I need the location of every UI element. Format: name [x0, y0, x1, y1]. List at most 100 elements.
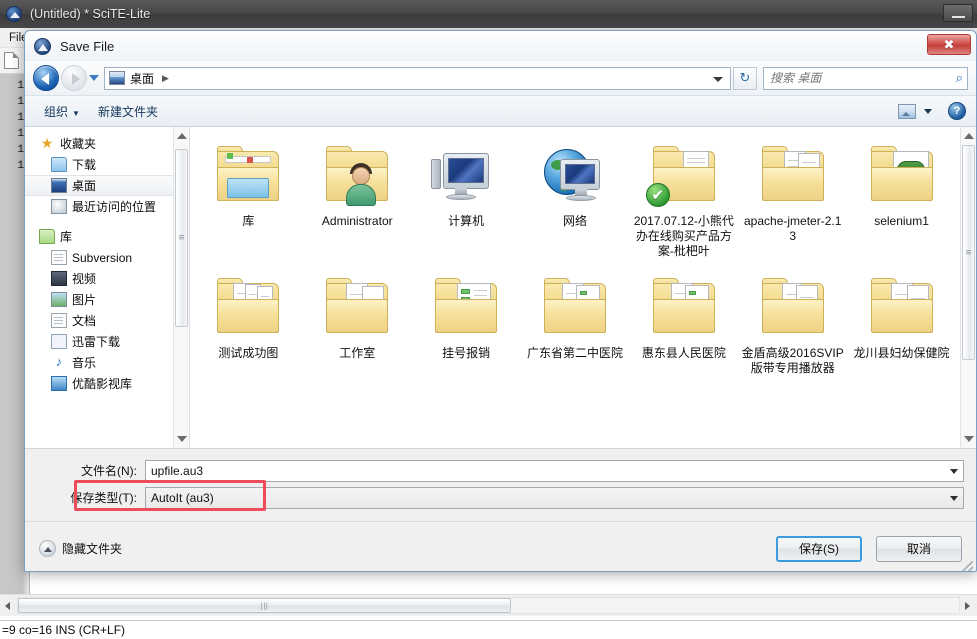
forward-button[interactable] — [61, 65, 87, 91]
scroll-down-icon[interactable] — [964, 434, 974, 444]
scroll-up-icon[interactable] — [964, 131, 974, 141]
file-item[interactable]: 金盾高级2016SVIP版带专用播放器 — [738, 269, 847, 386]
file-item[interactable]: 库 — [194, 137, 303, 269]
search-input[interactable] — [768, 70, 956, 86]
video-library-icon — [51, 271, 67, 286]
hscroll-thumb[interactable] — [18, 598, 511, 613]
address-bar[interactable]: 桌面 ▶ — [104, 66, 731, 90]
file-item[interactable]: 挂号报销 — [412, 269, 521, 386]
scroll-right-icon[interactable] — [960, 597, 977, 614]
cancel-button[interactable]: 取消 — [876, 535, 962, 562]
sidebar-item-music[interactable]: ♪ 音乐 — [25, 352, 173, 373]
star-icon: ★ — [40, 135, 54, 151]
recent-locations-chevron-icon[interactable] — [87, 65, 101, 91]
scite-window-title: (Untitled) * SciTE-Lite — [30, 7, 151, 21]
address-dropdown-icon[interactable] — [710, 68, 726, 89]
hscroll-track[interactable] — [17, 597, 960, 614]
resize-grip[interactable] — [961, 561, 973, 571]
documents-library-icon — [51, 313, 67, 328]
file-list-scrollbar[interactable] — [960, 127, 976, 448]
folder-docs-icon — [211, 275, 285, 341]
file-label: Administrator — [321, 214, 393, 228]
close-button[interactable]: ✖ — [927, 34, 971, 55]
editor-horizontal-scrollbar[interactable] — [0, 594, 977, 616]
network-icon — [538, 143, 612, 209]
filetype-select[interactable]: AutoIt (au3) — [145, 486, 964, 509]
filename-row: 文件名(N): upfile.au3 — [25, 457, 976, 484]
file-item[interactable]: Administrator — [303, 137, 412, 269]
folder-docs-icon — [756, 275, 830, 341]
sidebar-item-label: 下载 — [72, 158, 97, 172]
folder-sheet-icon — [647, 275, 721, 341]
file-item[interactable]: 测试成功图 — [194, 269, 303, 386]
new-folder-button[interactable]: 新建文件夹 — [89, 100, 167, 123]
thunder-download-icon — [51, 334, 67, 349]
dialog-app-icon — [34, 37, 51, 55]
change-view-icon[interactable] — [898, 103, 916, 119]
sidebar-item-recent-places[interactable]: 最近访问的位置 — [25, 196, 173, 217]
folder-docs-icon — [756, 143, 830, 209]
sidebar-item-youku-library[interactable]: 优酷影视库 — [25, 373, 173, 394]
file-label: 库 — [242, 214, 255, 228]
scroll-up-icon[interactable] — [177, 131, 187, 141]
minimize-button[interactable] — [943, 4, 973, 22]
filename-label: 文件名(N): — [81, 464, 137, 478]
desktop-icon — [51, 178, 67, 193]
sidebar-item-thunder-download[interactable]: 迅雷下载 — [25, 331, 173, 352]
scroll-left-icon[interactable] — [0, 597, 17, 614]
library-icon — [39, 229, 55, 244]
sidebar-item-label: 优酷影视库 — [72, 377, 133, 391]
file-item[interactable]: 广东省第二中医院 — [521, 269, 630, 386]
sidebar-item-subversion[interactable]: Subversion — [25, 247, 173, 268]
file-item[interactable]: ✔ 2017.07.12-小熊代办在线购买产品方案-枇杷叶 — [629, 137, 738, 269]
help-icon[interactable]: ? — [948, 102, 966, 120]
file-item[interactable]: 工作室 — [303, 269, 412, 386]
navigation-pane-scrollbar[interactable] — [173, 127, 189, 448]
dialog-command-bar: 组织 ▼ 新建文件夹 ? — [25, 95, 976, 127]
organize-button[interactable]: 组织 ▼ — [35, 100, 89, 123]
filetype-row: 保存类型(T): AutoIt (au3) — [25, 484, 976, 511]
file-item[interactable]: 计算机 — [412, 137, 521, 269]
music-library-icon: ♪ — [55, 354, 63, 369]
file-item[interactable]: 龙川县妇幼保健院 — [847, 269, 956, 386]
sidebar-item-desktop[interactable]: 桌面 — [25, 175, 173, 196]
sidebar-item-documents[interactable]: 文档 — [25, 310, 173, 331]
sidebar-item-pictures[interactable]: 图片 — [25, 289, 173, 310]
breadcrumb-desktop[interactable]: 桌面 — [130, 70, 154, 87]
sidebar-group-favorites[interactable]: ★ 收藏夹 — [25, 133, 173, 154]
scroll-down-icon[interactable] — [177, 434, 187, 444]
file-label: apache-jmeter-2.13 — [744, 214, 842, 243]
file-label: 惠东县人民医院 — [641, 346, 726, 360]
file-label: 金盾高级2016SVIP版带专用播放器 — [741, 346, 844, 375]
dialog-body: ★ 收藏夹 下载 桌面 最近访问的位置 库 Subversion 视频 图片 文… — [25, 127, 976, 449]
folder-sheet-icon — [538, 275, 612, 341]
folder-docs-icon — [865, 275, 939, 341]
sidebar-item-label: 音乐 — [72, 356, 97, 370]
chevron-down-icon[interactable] — [946, 461, 963, 481]
sidebar-item-downloads[interactable]: 下载 — [25, 154, 173, 175]
dialog-footer: 隐藏文件夹 保存(S) 取消 — [25, 521, 976, 571]
back-button[interactable] — [33, 65, 59, 91]
sidebar-item-videos[interactable]: 视频 — [25, 268, 173, 289]
file-item[interactable]: apache-jmeter-2.13 — [738, 137, 847, 269]
chevron-down-icon[interactable] — [946, 488, 963, 508]
youku-library-icon — [51, 376, 67, 391]
file-item[interactable]: 网络 — [521, 137, 630, 269]
view-chevron-down-icon[interactable] — [920, 103, 936, 119]
file-item[interactable]: 惠东县人民医院 — [629, 269, 738, 386]
recent-places-icon — [51, 199, 67, 214]
sidebar-item-label: 视频 — [72, 272, 97, 286]
dialog-titlebar: Save File ✖ — [25, 31, 976, 61]
navpane-scroll-thumb[interactable] — [175, 149, 188, 327]
file-list-pane[interactable]: 库 Administrator 计算机 网络 ✔ 2017.07.12-小熊代办… — [189, 127, 960, 448]
filename-input[interactable]: upfile.au3 — [145, 459, 964, 482]
filelist-scroll-thumb[interactable] — [962, 145, 975, 360]
file-label: 工作室 — [339, 346, 376, 360]
file-item[interactable]: selenium1 — [847, 137, 956, 269]
sidebar-group-libraries[interactable]: 库 — [25, 226, 173, 247]
save-button[interactable]: 保存(S) — [776, 535, 862, 562]
new-document-icon[interactable] — [4, 52, 19, 69]
refresh-icon[interactable]: ↻ — [733, 66, 757, 90]
hide-folders-button[interactable]: 隐藏文件夹 — [39, 540, 122, 557]
search-box[interactable]: ⌕ — [763, 66, 968, 90]
